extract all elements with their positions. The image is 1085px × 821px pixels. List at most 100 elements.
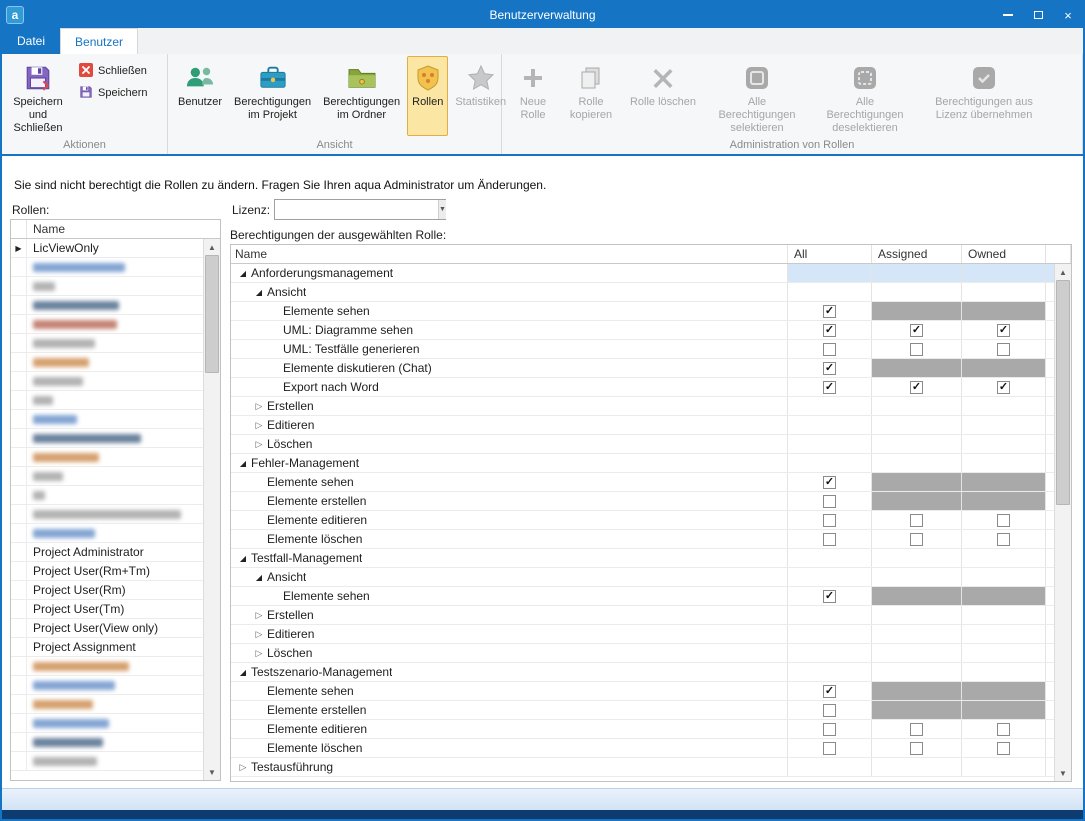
permission-row[interactable]: ◢Testszenario-Management — [231, 663, 1054, 682]
permission-row[interactable]: ▷Testausführung — [231, 758, 1054, 777]
expand-icon[interactable]: ▷ — [251, 610, 267, 621]
column-header-assigned[interactable]: Assigned — [872, 245, 962, 263]
column-header-owned[interactable]: Owned — [962, 245, 1046, 263]
role-list-item[interactable] — [11, 315, 203, 334]
all-checkbox[interactable] — [823, 343, 836, 356]
permission-row[interactable]: Elemente erstellen — [231, 701, 1054, 720]
dropdown-arrow-icon[interactable]: ▼ — [438, 200, 446, 219]
roles-scroll-thumb[interactable] — [205, 255, 219, 373]
all-checkbox[interactable]: ✓ — [823, 362, 836, 375]
permission-row[interactable]: ◢Ansicht — [231, 283, 1054, 302]
collapse-icon[interactable]: ◢ — [235, 459, 251, 468]
role-list-item[interactable] — [11, 258, 203, 277]
all-checkbox[interactable] — [823, 514, 836, 527]
assigned-checkbox[interactable]: ✓ — [910, 324, 923, 337]
owned-checkbox[interactable] — [997, 742, 1010, 755]
all-checkbox[interactable] — [823, 742, 836, 755]
assigned-checkbox[interactable] — [910, 742, 923, 755]
permission-row[interactable]: UML: Diagramme sehen✓✓✓ — [231, 321, 1054, 340]
scroll-down-icon[interactable]: ▼ — [1055, 765, 1071, 781]
roles-scroll-track[interactable] — [204, 255, 220, 764]
role-list-item[interactable] — [11, 657, 203, 676]
berechtigungen-im-projekt-button[interactable]: Berechtigungen im Projekt — [229, 56, 316, 136]
role-list-item[interactable] — [11, 448, 203, 467]
roles-name-column-header[interactable]: Name — [27, 220, 220, 238]
permission-row[interactable]: ▷Löschen — [231, 644, 1054, 663]
permission-row[interactable]: Elemente diskutieren (Chat)✓ — [231, 359, 1054, 378]
permission-row[interactable]: Export nach Word✓✓✓ — [231, 378, 1054, 397]
scroll-up-icon[interactable]: ▲ — [1055, 264, 1071, 280]
role-list-item[interactable] — [11, 524, 203, 543]
column-header-name[interactable]: Name — [231, 245, 788, 263]
alle-berechtigungen-deselektieren-button[interactable]: Alle Berechtigungen deselektieren — [811, 56, 919, 136]
role-list-item[interactable] — [11, 486, 203, 505]
scroll-up-icon[interactable]: ▲ — [204, 239, 220, 255]
permission-row[interactable]: ▷Löschen — [231, 435, 1054, 454]
owned-checkbox[interactable] — [997, 533, 1010, 546]
close-window-button[interactable]: × — [1053, 2, 1083, 28]
all-checkbox[interactable]: ✓ — [823, 305, 836, 318]
permission-row[interactable]: ▷Editieren — [231, 625, 1054, 644]
assigned-checkbox[interactable] — [910, 514, 923, 527]
license-input[interactable] — [275, 200, 438, 219]
assigned-checkbox[interactable] — [910, 343, 923, 356]
role-list-item[interactable] — [11, 372, 203, 391]
all-checkbox[interactable]: ✓ — [823, 381, 836, 394]
role-list-item[interactable]: Project User(Rm) — [11, 581, 203, 600]
role-list-item[interactable] — [11, 733, 203, 752]
berechtigungen-aus-lizenz-uebernehmen-button[interactable]: Berechtigungen aus Lizenz übernehmen — [921, 56, 1047, 136]
expand-icon[interactable]: ▷ — [251, 648, 267, 659]
all-checkbox[interactable]: ✓ — [823, 590, 836, 603]
all-checkbox[interactable] — [823, 704, 836, 717]
owned-checkbox[interactable]: ✓ — [997, 381, 1010, 394]
permission-row[interactable]: Elemente sehen✓ — [231, 682, 1054, 701]
scroll-down-icon[interactable]: ▼ — [204, 764, 220, 780]
expand-icon[interactable]: ▷ — [235, 762, 251, 773]
role-list-item[interactable] — [11, 334, 203, 353]
permission-row[interactable]: Elemente erstellen — [231, 492, 1054, 511]
owned-checkbox[interactable] — [997, 514, 1010, 527]
close-button[interactable]: Schließen — [74, 60, 153, 82]
permission-row[interactable]: Elemente sehen✓ — [231, 587, 1054, 606]
tab-datei[interactable]: Datei — [2, 28, 60, 54]
owned-checkbox[interactable]: ✓ — [997, 324, 1010, 337]
role-list-item[interactable] — [11, 353, 203, 372]
license-combobox[interactable]: ▼ — [274, 199, 446, 220]
collapse-icon[interactable]: ◢ — [251, 573, 267, 582]
all-checkbox[interactable] — [823, 723, 836, 736]
assigned-checkbox[interactable] — [910, 533, 923, 546]
role-list-item[interactable] — [11, 296, 203, 315]
role-list-item[interactable]: ▶LicViewOnly — [11, 239, 203, 258]
expand-icon[interactable]: ▷ — [251, 439, 267, 450]
permission-row[interactable]: Elemente sehen✓ — [231, 302, 1054, 321]
role-list-item[interactable] — [11, 467, 203, 486]
role-list-item[interactable]: Project User(Rm+Tm) — [11, 562, 203, 581]
column-header-all[interactable]: All — [788, 245, 872, 263]
role-list-item[interactable] — [11, 429, 203, 448]
permission-row[interactable]: ◢Anforderungsmanagement — [231, 264, 1054, 283]
all-checkbox[interactable]: ✓ — [823, 476, 836, 489]
all-checkbox[interactable]: ✓ — [823, 324, 836, 337]
collapse-icon[interactable]: ◢ — [235, 554, 251, 563]
rollen-button[interactable]: Rollen — [407, 56, 448, 136]
role-list-item[interactable]: Project Assignment — [11, 638, 203, 657]
benutzer-button[interactable]: Benutzer — [173, 56, 227, 136]
permissions-scrollbar[interactable]: ▲ ▼ — [1054, 264, 1071, 781]
permission-row[interactable]: ◢Ansicht — [231, 568, 1054, 587]
permission-row[interactable]: ▷Erstellen — [231, 397, 1054, 416]
assigned-checkbox[interactable] — [910, 723, 923, 736]
owned-checkbox[interactable] — [997, 343, 1010, 356]
permission-row[interactable]: ◢Fehler-Management — [231, 454, 1054, 473]
save-and-close-button[interactable]: Speichern und Schließen — [7, 56, 69, 136]
role-list-item[interactable] — [11, 695, 203, 714]
expand-icon[interactable]: ▷ — [251, 420, 267, 431]
owned-checkbox[interactable] — [997, 723, 1010, 736]
expand-icon[interactable]: ▷ — [251, 629, 267, 640]
role-list-item[interactable] — [11, 391, 203, 410]
save-button[interactable]: Speichern — [74, 82, 153, 104]
permission-row[interactable]: ▷Erstellen — [231, 606, 1054, 625]
role-list-item[interactable]: Project Administrator — [11, 543, 203, 562]
permissions-scroll-track[interactable] — [1055, 280, 1071, 765]
role-list-item[interactable] — [11, 277, 203, 296]
all-checkbox[interactable] — [823, 495, 836, 508]
